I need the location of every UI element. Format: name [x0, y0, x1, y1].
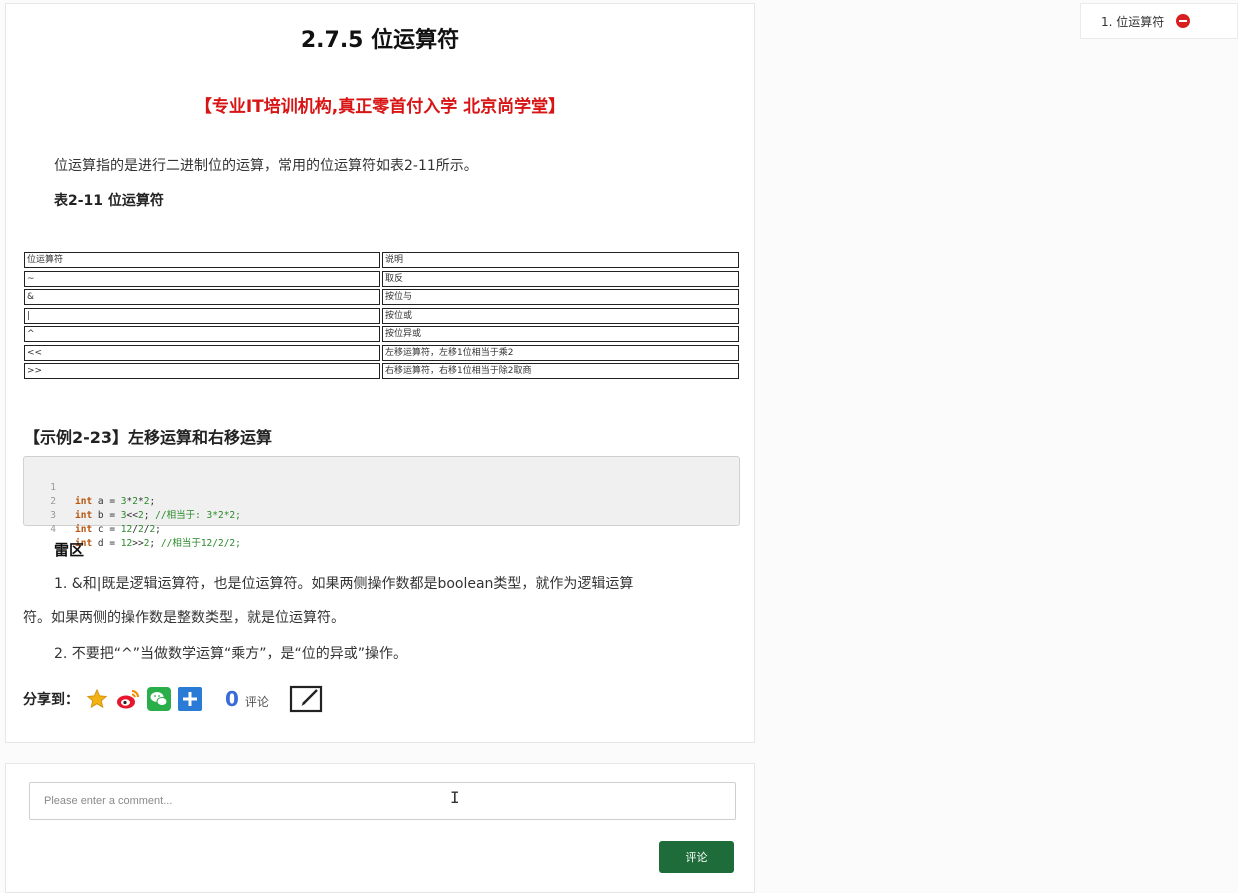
warning-paragraph-2: 2. 不要把“^”当做数学运算“乘方”，是“位的异或”操作。	[54, 646, 408, 662]
table-cell: >>	[24, 363, 380, 379]
warning-paragraph-1-cont: 符。如果两侧的操作数是整数类型，就是位运算符。	[23, 610, 345, 626]
table-row: 位运算符 说明	[24, 252, 739, 268]
code-text: int b = 3<<2; //相当于: 3*2*2;	[75, 510, 241, 521]
table-cell: 按位异或	[382, 326, 739, 342]
table-cell: 按位与	[382, 289, 739, 305]
warning-title: 雷区	[54, 541, 85, 559]
code-line: 4 int d = 12>>2; //相当于12/2/2;	[24, 509, 241, 549]
code-text: int c = 12/2/2;	[75, 524, 161, 535]
comment-input[interactable]	[29, 782, 736, 820]
table-row: ^ 按位异或	[24, 326, 739, 342]
table-row: & 按位与	[24, 289, 739, 305]
table-cell: <<	[24, 344, 380, 361]
weibo-icon[interactable]	[116, 687, 140, 711]
table-row: >> 右移运算符，右移1位相当于除2取商	[24, 363, 739, 379]
toc-item-label[interactable]: 1. 位运算符	[1101, 13, 1164, 30]
warning-paragraph-1: 1. &和|既是逻辑运算符，也是位运算符。如果两侧操作数都是boolean类型，…	[54, 576, 634, 592]
intro-paragraph: 位运算指的是进行二进制位的运算，常用的位运算符如表2-11所示。	[54, 158, 478, 174]
operator-table: 位运算符 说明 ~ 取反 & 按位与 | 按位或 ^ 按位异或 << 左移运算符…	[24, 252, 739, 382]
table-cell: &	[24, 289, 380, 305]
code-text: int a = 3*2*2;	[75, 496, 156, 507]
table-row: << 左移运算符，左移1位相当于乘2	[24, 344, 739, 361]
comment-panel: I 评论	[5, 763, 755, 893]
code-block: 1 int a = 3*2*2; 2 int b = 3<<2; //相当于: …	[23, 456, 740, 549]
text-cursor-icon: I	[450, 788, 460, 807]
submit-comment-button[interactable]: 评论	[659, 841, 734, 873]
article-panel: 2.7.5 位运算符 【专业IT培训机构,真正零首付入学 北京尚学堂】 位运算指…	[5, 3, 755, 743]
qzone-star-icon[interactable]	[85, 687, 109, 711]
wechat-icon[interactable]	[147, 687, 171, 711]
comment-count[interactable]: 0	[225, 687, 239, 711]
code-text: int d = 12>>2; //相当于12/2/2;	[75, 538, 241, 549]
table-caption: 表2-11 位运算符	[54, 193, 164, 209]
share-label: 分享到：	[23, 692, 79, 708]
table-cell: |	[24, 307, 380, 324]
promo-banner[interactable]: 【专业IT培训机构,真正零首付入学 北京尚学堂】	[6, 92, 754, 117]
table-row: ~ 取反	[24, 270, 739, 287]
toc-panel: 1. 位运算符	[1080, 3, 1238, 39]
example-title: 【示例2-23】左移运算和右移运算	[24, 428, 273, 447]
share-bar: 分享到： 0 评论	[23, 684, 325, 714]
table-row: | 按位或	[24, 307, 739, 324]
code-line: 1 int a = 3*2*2;	[24, 467, 155, 507]
table-cell: 右移运算符，右移1位相当于除2取商	[382, 363, 739, 379]
code-line: 2 int b = 3<<2; //相当于: 3*2*2;	[24, 481, 241, 521]
comment-count-label: 评论	[244, 694, 269, 709]
article-title: 2.7.5 位运算符	[300, 28, 460, 53]
line-number: 4	[50, 524, 56, 535]
table-cell: 左移运算符，左移1位相当于乘2	[382, 344, 739, 361]
remove-icon[interactable]	[1176, 14, 1191, 28]
code-line: 3 int c = 12/2/2;	[24, 495, 161, 535]
plus-share-icon[interactable]	[178, 687, 202, 711]
table-cell: 取反	[382, 270, 739, 287]
edit-icon[interactable]	[289, 684, 325, 714]
table-cell: ^	[24, 326, 380, 342]
table-cell: 按位或	[382, 307, 739, 324]
table-cell: 说明	[382, 252, 739, 268]
table-cell: 位运算符	[24, 252, 380, 268]
table-cell: ~	[24, 270, 380, 287]
